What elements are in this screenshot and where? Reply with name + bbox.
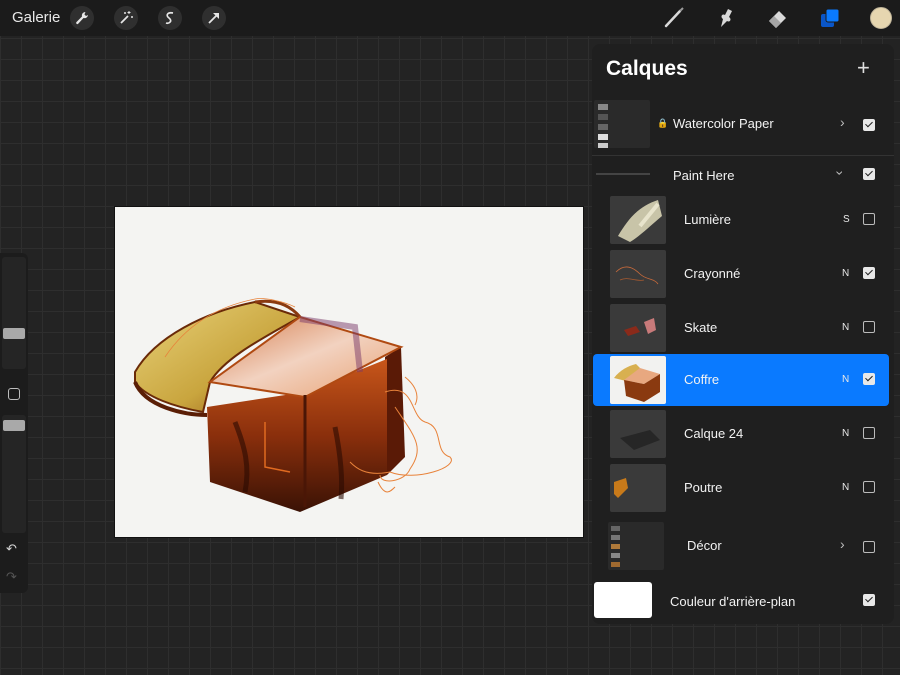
layer-skate[interactable]: Skate N [592, 302, 894, 354]
blend-mode[interactable]: N [842, 268, 849, 279]
brush-size-thumb[interactable] [3, 328, 25, 339]
visibility-checkbox[interactable] [863, 481, 875, 493]
brush-size-slider[interactable] [2, 257, 26, 369]
layer-thumbnail [610, 410, 666, 458]
layers-icon[interactable] [818, 6, 842, 30]
layer-thumbnail [610, 250, 666, 298]
top-toolbar: Galerie [0, 0, 900, 36]
blend-mode[interactable]: N [842, 322, 849, 333]
selection-icon[interactable] [158, 6, 182, 30]
layer-thumbnail [594, 100, 650, 148]
blend-mode[interactable]: S [843, 214, 850, 225]
layer-coffre[interactable]: Coffre N [593, 354, 889, 406]
undo-icon[interactable]: ↶ [6, 541, 17, 557]
chevron-right-icon[interactable]: › [840, 536, 845, 552]
layer-name: Couleur d'arrière-plan [670, 594, 796, 609]
layer-thumbnail [608, 522, 664, 570]
layer-name: Watercolor Paper [673, 116, 774, 131]
left-sidebar: ↶ ↷ [0, 253, 28, 593]
modify-button[interactable] [8, 388, 20, 400]
layer-name: Poutre [684, 480, 723, 495]
layer-group-paint-here[interactable]: Paint Here › [592, 156, 894, 192]
blend-mode[interactable]: N [842, 374, 849, 385]
chest-artwork [133, 298, 452, 512]
layer-thumbnail [610, 356, 666, 404]
layers-panel: Calques + 🔒 Watercolor Paper › Paint Her… [592, 44, 894, 624]
chevron-right-icon[interactable]: › [840, 114, 845, 130]
redo-icon[interactable]: ↷ [6, 569, 17, 585]
visibility-checkbox[interactable] [863, 168, 875, 180]
layer-group-decor[interactable]: Décor › [592, 518, 894, 574]
visibility-checkbox[interactable] [863, 267, 875, 279]
layer-lumiere[interactable]: Lumière S [592, 194, 894, 246]
layer-name: Décor [687, 538, 722, 553]
add-layer-button[interactable]: + [857, 55, 870, 81]
drawing-canvas[interactable] [114, 206, 584, 538]
gallery-button[interactable]: Galerie [12, 9, 60, 26]
layer-background-color[interactable]: Couleur d'arrière-plan [592, 580, 894, 620]
layer-group-watercolor-paper[interactable]: 🔒 Watercolor Paper › [592, 96, 894, 152]
opacity-slider[interactable] [2, 415, 26, 533]
brush-icon[interactable] [662, 6, 686, 30]
layer-name: Coffre [684, 372, 720, 387]
layer-thumbnail [610, 196, 666, 244]
wrench-icon[interactable] [70, 6, 94, 30]
visibility-checkbox[interactable] [863, 541, 875, 553]
visibility-checkbox[interactable] [863, 373, 875, 385]
opacity-thumb[interactable] [3, 420, 25, 431]
current-color-swatch[interactable] [870, 7, 892, 29]
layer-name: Calque 24 [684, 426, 744, 441]
layer-name: Crayonné [684, 266, 741, 281]
layer-name: Paint Here [673, 168, 735, 183]
visibility-checkbox[interactable] [863, 594, 875, 606]
visibility-checkbox[interactable] [863, 427, 875, 439]
smudge-icon[interactable] [714, 6, 738, 30]
layer-thumbnail [610, 464, 666, 512]
layer-thumbnail [610, 304, 666, 352]
layers-title: Calques [606, 57, 688, 80]
layer-poutre[interactable]: Poutre N [592, 462, 894, 514]
magic-wand-icon[interactable] [114, 6, 138, 30]
chevron-down-icon[interactable]: › [832, 171, 848, 176]
blend-mode[interactable]: N [842, 428, 849, 439]
visibility-checkbox[interactable] [863, 119, 875, 131]
lock-icon: 🔒 [657, 118, 669, 128]
background-color-swatch[interactable] [594, 582, 652, 618]
visibility-checkbox[interactable] [863, 213, 875, 225]
layer-crayonne[interactable]: Crayonné N [592, 248, 894, 300]
layer-name: Lumière [684, 212, 731, 227]
blend-mode[interactable]: N [842, 482, 849, 493]
transform-arrow-icon[interactable] [202, 6, 226, 30]
visibility-checkbox[interactable] [863, 321, 875, 333]
layer-name: Skate [684, 320, 718, 335]
eraser-icon[interactable] [766, 6, 790, 30]
layer-calque-24[interactable]: Calque 24 N [592, 408, 894, 460]
